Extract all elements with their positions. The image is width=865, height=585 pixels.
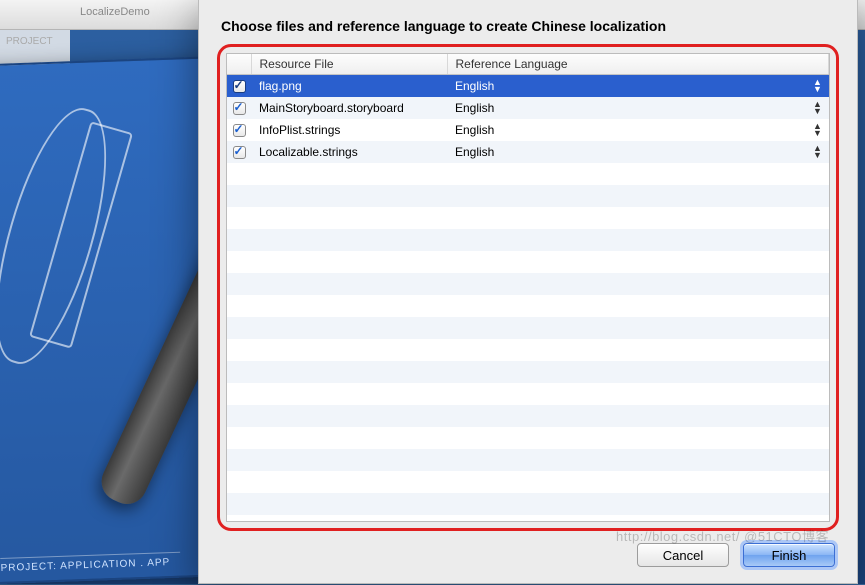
language-label: English <box>455 101 494 115</box>
checkbox-icon[interactable] <box>233 146 246 159</box>
stepper-icon[interactable] <box>813 123 823 137</box>
cancel-button[interactable]: Cancel <box>637 543 729 567</box>
language-label: English <box>455 145 494 159</box>
checkbox-icon[interactable] <box>233 80 246 93</box>
empty-rows <box>227 163 829 523</box>
row-checkbox-cell[interactable] <box>227 75 251 97</box>
localization-dialog: Choose files and reference language to c… <box>198 0 858 584</box>
resource-file-cell: MainStoryboard.storyboard <box>251 97 447 119</box>
blueprint-caption: PROJECT: APPLICATION . APP <box>0 552 180 574</box>
row-checkbox-cell[interactable] <box>227 119 251 141</box>
table-row[interactable]: MainStoryboard.storyboard English <box>227 97 829 119</box>
dialog-title: Choose files and reference language to c… <box>199 0 857 44</box>
resource-file-cell: Localizable.strings <box>251 141 447 163</box>
column-header-resource[interactable]: Resource File <box>251 54 447 75</box>
reference-language-cell[interactable]: English <box>447 141 829 163</box>
sidebar-heading: PROJECT <box>6 36 64 47</box>
checkbox-icon[interactable] <box>233 102 246 115</box>
reference-language-cell[interactable]: English <box>447 97 829 119</box>
row-checkbox-cell[interactable] <box>227 141 251 163</box>
resource-file-cell: flag.png <box>251 75 447 97</box>
dialog-buttons: Cancel Finish <box>199 531 857 583</box>
window-tab: LocalizeDemo <box>80 6 150 18</box>
column-header-checkbox[interactable] <box>227 54 251 75</box>
reference-language-cell[interactable]: English <box>447 119 829 141</box>
resource-file-cell: InfoPlist.strings <box>251 119 447 141</box>
file-table[interactable]: Resource File Reference Language flag.pn… <box>226 53 830 522</box>
column-header-language[interactable]: Reference Language <box>447 54 829 75</box>
stepper-icon[interactable] <box>813 79 823 93</box>
table-row[interactable]: Localizable.strings English <box>227 141 829 163</box>
highlight-annotation: Resource File Reference Language flag.pn… <box>217 44 839 531</box>
row-checkbox-cell[interactable] <box>227 97 251 119</box>
table-row[interactable]: flag.png English <box>227 75 829 97</box>
stepper-icon[interactable] <box>813 145 823 159</box>
table-row[interactable]: InfoPlist.strings English <box>227 119 829 141</box>
language-label: English <box>455 79 494 93</box>
checkbox-icon[interactable] <box>233 124 246 137</box>
finish-button[interactable]: Finish <box>743 543 835 567</box>
language-label: English <box>455 123 494 137</box>
stepper-icon[interactable] <box>813 101 823 115</box>
reference-language-cell[interactable]: English <box>447 75 829 97</box>
